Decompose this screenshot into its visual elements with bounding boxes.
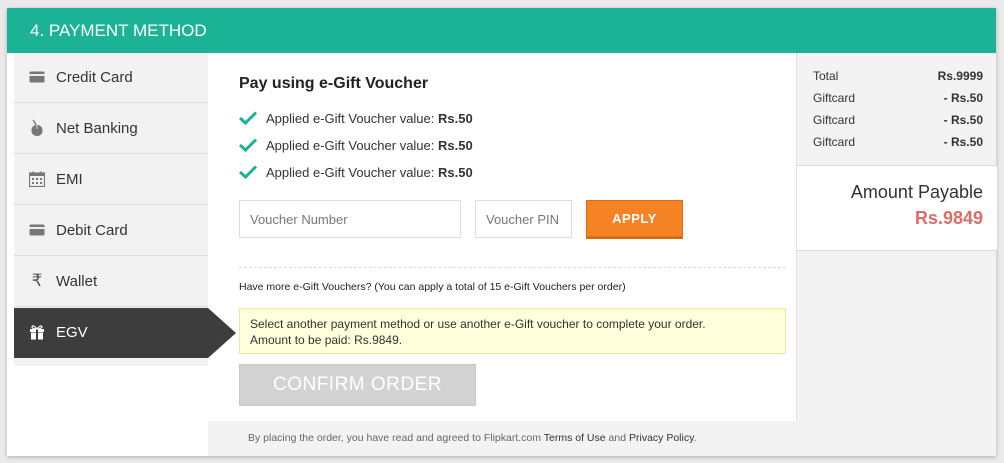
confirm-order-button[interactable]: CONFIRM ORDER [239, 364, 476, 406]
page-title: Pay using e-Gift Voucher [239, 75, 429, 92]
sidebar-item-wallet[interactable]: ₹ Wallet [14, 257, 208, 307]
amount-payable-label: Amount Payable [850, 182, 983, 202]
notice-amount: Amount to be paid: Rs.9849. [250, 333, 403, 347]
order-summary: Total Rs.9999 Giftcard - Rs.50 Giftcard … [796, 53, 997, 421]
summary-value: - Rs.50 [943, 113, 983, 127]
voucher-number-input[interactable] [239, 200, 461, 238]
sidebar-item-label: Credit Card [56, 69, 133, 86]
check-icon [239, 165, 257, 179]
summary-row: Giftcard - Rs.50 [813, 135, 983, 151]
applied-voucher-value: Rs.50 [438, 111, 473, 126]
sidebar-item-debit-card[interactable]: Debit Card [14, 206, 208, 256]
applied-voucher-value: Rs.50 [438, 138, 473, 153]
notice-message: Select another payment method or use ano… [250, 317, 706, 331]
privacy-policy-link[interactable]: Privacy Policy [629, 432, 694, 444]
applied-voucher-text: Applied e-Gift Voucher value: [266, 138, 435, 153]
sidebar-item-label: EGV [56, 324, 88, 341]
debit-card-icon [28, 221, 46, 239]
sidebar-item-label: EMI [56, 171, 83, 188]
voucher-limit-text: Have more e-Gift Vouchers? (You can appl… [239, 281, 626, 293]
calendar-icon [28, 170, 46, 188]
sidebar-item-label: Wallet [56, 273, 98, 290]
amount-payable-box: Amount Payable Rs.9849 [797, 166, 997, 251]
terms-footer: By placing the order, you have read and … [208, 421, 996, 456]
summary-value: - Rs.50 [943, 91, 983, 105]
summary-value: - Rs.50 [943, 135, 983, 149]
summary-row: Total Rs.9999 [813, 69, 983, 85]
sidebar-item-net-banking[interactable]: Net Banking [14, 104, 208, 154]
payment-method-sidebar: Credit Card Net Banking EMI Debit Card ₹… [14, 53, 236, 366]
credit-card-icon [28, 68, 46, 86]
terms-of-use-link[interactable]: Terms of Use [544, 432, 606, 444]
summary-label: Giftcard [813, 135, 856, 149]
remaining-amount-notice: Select another payment method or use ano… [239, 308, 786, 354]
sidebar-item-label: Net Banking [56, 120, 138, 137]
sidebar-item-credit-card[interactable]: Credit Card [14, 53, 208, 103]
footer-period: . [693, 432, 697, 444]
applied-voucher-text: Applied e-Gift Voucher value: [266, 165, 435, 180]
gift-icon [28, 323, 46, 341]
apply-button[interactable]: APPLY [586, 200, 683, 237]
footer-text: By placing the order, you have read and … [248, 432, 542, 444]
sidebar-item-emi[interactable]: EMI [14, 155, 208, 205]
summary-label: Giftcard [813, 113, 856, 127]
divider [239, 267, 786, 268]
summary-value: Rs.9999 [937, 69, 983, 83]
summary-label: Giftcard [813, 91, 856, 105]
amount-payable-value: Rs.9849 [914, 208, 983, 228]
rupee-icon: ₹ [31, 271, 43, 291]
footer-and: and [608, 432, 627, 444]
check-icon [239, 111, 257, 125]
sidebar-item-label: Debit Card [56, 222, 128, 239]
summary-row: Giftcard - Rs.50 [813, 91, 983, 107]
sidebar-item-egv[interactable]: EGV [14, 308, 236, 358]
egv-form: Pay using e-Gift Voucher Applied e-Gift … [208, 53, 796, 421]
check-icon [239, 138, 257, 152]
applied-voucher-text: Applied e-Gift Voucher value: [266, 111, 435, 126]
section-header: 4. PAYMENT METHOD [7, 8, 996, 53]
mouse-icon [28, 119, 46, 137]
summary-row: Giftcard - Rs.50 [813, 113, 983, 129]
voucher-pin-input[interactable] [475, 200, 572, 238]
summary-label: Total [813, 69, 839, 83]
applied-voucher-value: Rs.50 [438, 165, 473, 180]
payment-panel: 4. PAYMENT METHOD Credit Card Net Bankin… [7, 8, 997, 456]
